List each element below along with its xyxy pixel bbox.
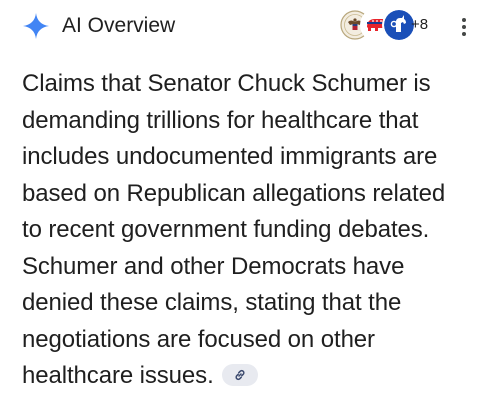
democrat-donkey-icon[interactable] — [384, 10, 414, 40]
menu-dot — [462, 18, 466, 22]
menu-dot — [462, 25, 466, 29]
overview-line: based on Republican allegations related — [22, 179, 446, 207]
overview-line: denied these claims, stating that the — [22, 289, 402, 316]
overview-line: Claims that Senator Chuck Schumer is — [22, 70, 431, 97]
menu-dot — [462, 32, 466, 36]
overview-line: negotiations are focused on other — [22, 325, 375, 353]
link-icon — [235, 369, 245, 380]
ai-overview-text: Claims that Senator Chuck Schumer is dem… — [22, 66, 482, 395]
overview-line: demanding trillions for healthcare that — [22, 106, 419, 134]
ai-overview-title: AI Overview — [62, 14, 176, 37]
overview-line: healthcare issues. — [22, 362, 214, 389]
overview-line: to recent government funding debates. — [22, 216, 430, 243]
citation-link-button[interactable] — [221, 363, 258, 386]
ai-overview-header: AI Overview +8 — [0, 0, 500, 52]
gemini-sparkle-icon — [23, 13, 49, 39]
overview-line: includes undocumented immigrants are — [22, 143, 438, 170]
more-vert-icon[interactable] — [452, 10, 476, 42]
source-favicons[interactable]: +8 — [340, 10, 440, 42]
more-sources-count[interactable]: +8 — [411, 16, 428, 34]
overview-last-line: healthcare issues. — [22, 358, 482, 395]
overview-line: Schumer and other Democrats have — [22, 252, 405, 280]
